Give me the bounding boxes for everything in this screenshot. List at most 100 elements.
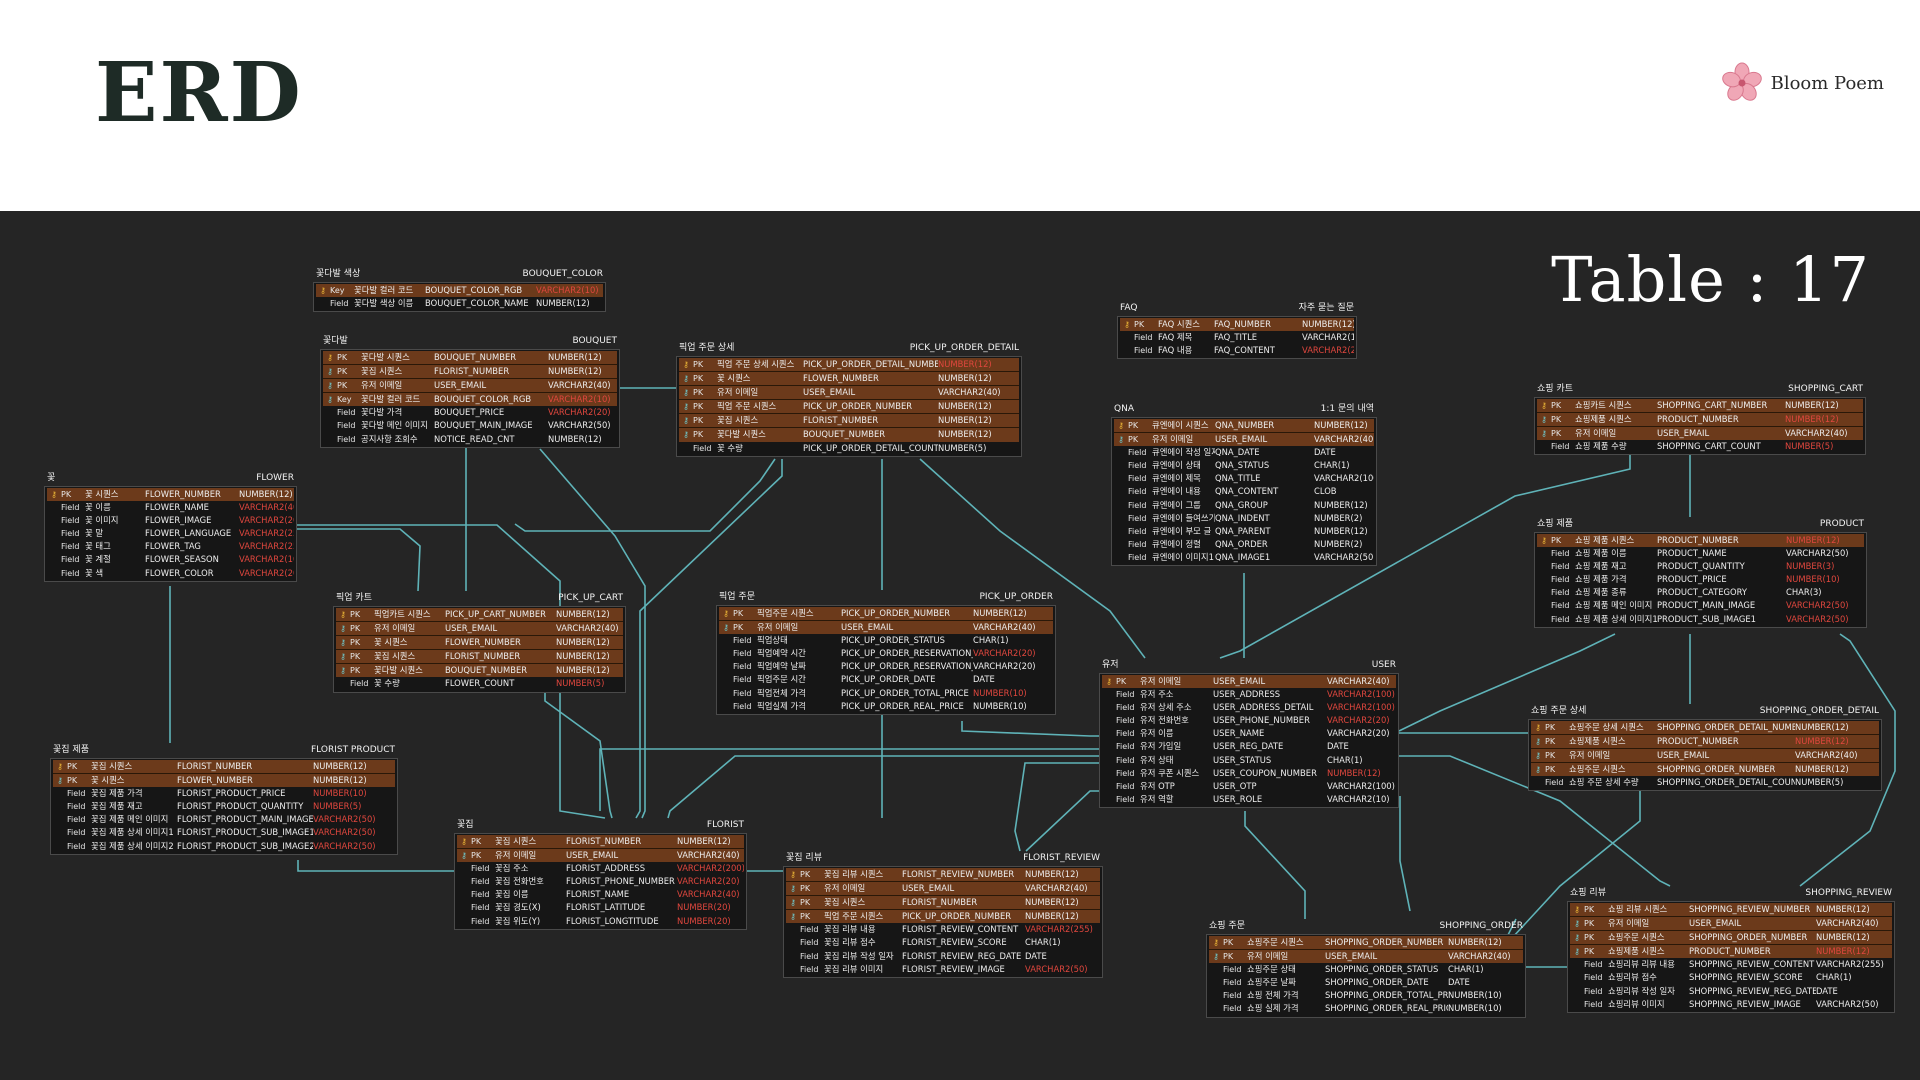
table-row[interactable]: ⚷ PK 꽃집 시퀀스 FLORIST_NUMBER NUMBER(12)	[53, 760, 395, 774]
table-row[interactable]: Field 꽃집 이름 FLORIST_NAME VARCHAR2(40)	[457, 888, 744, 901]
table-row[interactable]: ⚷ PK 꽃집 시퀀스 FLORIST_NUMBER NUMBER(12)	[679, 413, 1019, 428]
table-row[interactable]: Field 꽃집 경도(X) FLORIST_LATITUDE NUMBER(20)	[457, 901, 744, 914]
table-row[interactable]: ⚷ PK 큐엔에이 시퀀스 QNA_NUMBER NUMBER(12)	[1114, 419, 1374, 433]
table-florist-product[interactable]: 꽃집 제품 FLORIST PRODUCT ⚷ PK 꽃집 시퀀스 FLORIST_NUM…	[50, 743, 398, 855]
table-row[interactable]: ⚷ PK 유저 이메일 USER_EMAIL VARCHAR2(40)	[679, 385, 1019, 400]
table-row[interactable]: ⚷ Key 꽃다발 컬러 코드 BOUQUET_COLOR_RGB VARCHAR2(1…	[316, 284, 603, 298]
table-row[interactable]: ⚷ PK 유저 이메일 USER_EMAIL VARCHAR2(40)	[1102, 675, 1396, 689]
table-row[interactable]: ⚷ PK 꽃다발 시퀀스 BOUQUET_NUMBER NUMBER(12)	[679, 427, 1019, 442]
table-row[interactable]: Field 꽃 말 FLOWER_LANGUAGE VARCHAR2(255)	[47, 527, 294, 540]
table-bouquet-color[interactable]: 꽃다발 색상 BOUQUET_COLOR ⚷ Key 꽃다발 컬러 코드 BOUQUET_…	[313, 267, 606, 313]
table-row[interactable]: Field 큐엔에이 정렬 QNA_ORDER NUMBER(2)	[1114, 538, 1374, 551]
table-row[interactable]: Field 꽃다발 메인 이미지 BOUQUET_MAIN_IMAGE VARCHAR…	[323, 419, 617, 432]
table-row[interactable]: Field 꽃 계절 FLOWER_SEASON VARCHAR2(10)	[47, 553, 294, 566]
table-row[interactable]: ⚷ PK 유저 이메일 USER_EMAIL VARCHAR2(40)	[1531, 748, 1879, 763]
table-row[interactable]: Field 꽃집 제품 가격 FLORIST_PRODUCT_PRICE NUMBER…	[53, 787, 395, 800]
table-row[interactable]: ⚷ PK 꽃 시퀀스 FLOWER_NUMBER NUMBER(12)	[336, 635, 623, 650]
table-row[interactable]: Field 꽃 수량 FLOWER_COUNT NUMBER(5)	[336, 677, 623, 690]
table-row[interactable]: Field 쇼핑 제품 종류 PRODUCT_CATEGORY CHAR(3)	[1537, 586, 1864, 599]
table-row[interactable]: Field 쇼핑 제품 이름 PRODUCT_NAME VARCHAR2(50)	[1537, 547, 1864, 560]
table-row[interactable]: ⚷ PK 픽업 주문 상세 시퀀스 PICK_UP_ORDER_DETAIL_NUMB…	[679, 358, 1019, 372]
table-row[interactable]: Field 큐엔에이 상태 QNA_STATUS CHAR(1)	[1114, 459, 1374, 472]
table-row[interactable]: Field FAQ 제목 FAQ_TITLE VARCHAR2(100)	[1120, 331, 1354, 344]
table-shopping-review[interactable]: 쇼핑 리뷰 SHOPPING_REVIEW ⚷ PK 쇼핑 리뷰 시퀀스 SHOPPING…	[1567, 886, 1895, 1013]
table-row[interactable]: Field 큐엔에이 들여쓰기 QNA_INDENT NUMBER(2)	[1114, 512, 1374, 525]
table-row[interactable]: ⚷ PK 꽃집 시퀀스 FLORIST_NUMBER NUMBER(12)	[323, 364, 617, 379]
table-pick-up-order-detail[interactable]: 픽업 주문 상세 PICK_UP_ORDER_DETAIL ⚷ PK 픽업 주문 상세 …	[676, 341, 1022, 457]
table-row[interactable]: Field 유저 쿠폰 시퀀스 USER_COUPON_NUMBER NUMBER(1…	[1102, 767, 1396, 780]
table-row[interactable]: ⚷ PK 쇼핑제품 시퀀스 PRODUCT_NUMBER NUMBER(12)	[1531, 734, 1879, 749]
table-user[interactable]: 유저 USER ⚷ PK 유저 이메일 USER_EMAIL VARCHAR2(40) Fie…	[1099, 658, 1399, 808]
table-row[interactable]: Field 꽃집 리뷰 작성 일자 FLORIST_REVIEW_REG_DATE D…	[786, 950, 1100, 963]
table-row[interactable]: Field 꽃 태그 FLOWER_TAG VARCHAR2(255)	[47, 540, 294, 553]
table-florist[interactable]: 꽃집 FLORIST ⚷ PK 꽃집 시퀀스 FLORIST_NUMBER NUMBER(1…	[454, 818, 747, 930]
table-row[interactable]: Field 큐엔에이 제목 QNA_TITLE VARCHAR2(100)	[1114, 472, 1374, 485]
table-row[interactable]: Field 유저 상세 주소 USER_ADDRESS_DETAIL VARCHAR2…	[1102, 701, 1396, 714]
table-product[interactable]: 쇼핑 제품 PRODUCT ⚷ PK 쇼핑 제품 시퀀스 PRODUCT_NUMBER NU…	[1534, 517, 1867, 628]
table-row[interactable]: Field 꽃 수량 PICK_UP_ORDER_DETAIL_COUNT NUMBE…	[679, 442, 1019, 455]
table-row[interactable]: Field 꽃 이름 FLOWER_NAME VARCHAR2(40)	[47, 501, 294, 514]
table-row[interactable]: Field 쇼핑 제품 재고 PRODUCT_QUANTITY NUMBER(3)	[1537, 560, 1864, 573]
table-row[interactable]: ⚷ PK 쇼핑카트 시퀀스 SHOPPING_CART_NUMBER NUMBER(12…	[1537, 399, 1863, 413]
table-row[interactable]: Field 공지사항 조회수 NOTICE_READ_CNT NUMBER(12)	[323, 433, 617, 446]
table-row[interactable]: Field 꽃집 제품 메인 이미지 FLORIST_PRODUCT_MAIN_IM…	[53, 813, 395, 826]
table-row[interactable]: ⚷ PK 꽃 시퀀스 FLOWER_NUMBER NUMBER(12)	[47, 488, 294, 502]
table-row[interactable]: Field 꽃집 리뷰 내용 FLORIST_REVIEW_CONTENT VARCH…	[786, 923, 1100, 936]
table-shopping-order[interactable]: 쇼핑 주문 SHOPPING_ORDER ⚷ PK 쇼핑주문 시퀀스 SHOPPING_O…	[1206, 919, 1526, 1018]
table-row[interactable]: Field FAQ 내용 FAQ_CONTENT VARCHAR2(255)	[1120, 344, 1354, 357]
table-row[interactable]: ⚷ PK 꽃 시퀀스 FLOWER_NUMBER NUMBER(12)	[679, 371, 1019, 386]
table-row[interactable]: ⚷ PK 유저 이메일 USER_EMAIL VARCHAR2(40)	[457, 848, 744, 863]
table-row[interactable]: ⚷ PK FAQ 시퀀스 FAQ_NUMBER NUMBER(12)	[1120, 318, 1354, 332]
table-row[interactable]: Field 픽업전체 가격 PICK_UP_ORDER_TOTAL_PRICE NUM…	[719, 687, 1053, 700]
table-row[interactable]: Field 꽃다발 가격 BOUQUET_PRICE VARCHAR2(20)	[323, 406, 617, 419]
table-row[interactable]: ⚷ PK 꽃집 시퀀스 FLORIST_NUMBER NUMBER(12)	[336, 649, 623, 664]
table-row[interactable]: ⚷ PK 픽업카트 시퀀스 PICK_UP_CART_NUMBER NUMBER(12)	[336, 608, 623, 622]
table-florist-review[interactable]: 꽃집 리뷰 FLORIST_REVIEW ⚷ PK 꽃집 리뷰 시퀀스 FLORIST_R…	[783, 851, 1103, 978]
table-row[interactable]: ⚷ Key 꽃다발 컬러 코드 BOUQUET_COLOR_RGB VARCHAR2(1…	[323, 392, 617, 407]
table-row[interactable]: Field 쇼핑 전체 가격 SHOPPING_ORDER_TOTAL_PRICEN…	[1209, 989, 1523, 1002]
table-row[interactable]: ⚷ PK 픽업 주문 시퀀스 PICK_UP_ORDER_NUMBER NUMBER(1…	[786, 909, 1100, 924]
table-row[interactable]: Field 큐엔에이 이미지1 QNA_IMAGE1 VARCHAR2(50)	[1114, 551, 1374, 564]
table-row[interactable]: ⚷ PK 유저 이메일 USER_EMAIL VARCHAR2(40)	[786, 881, 1100, 896]
table-row[interactable]: Field 쇼핑 제품 상세 이미지1 PRODUCT_SUB_IMAGE1 VARC…	[1537, 613, 1864, 626]
table-row[interactable]: Field 꽃집 위도(Y) FLORIST_LONGTITUDE NUMBER(20…	[457, 915, 744, 928]
table-row[interactable]: Field 픽업실제 가격 PICK_UP_ORDER_REAL_PRICE NUMB…	[719, 700, 1053, 713]
table-row[interactable]: Field 픽업예약 시간 PICK_UP_ORDER_RESERVATION_TI…	[719, 647, 1053, 660]
table-row[interactable]: ⚷ PK 꽃집 시퀀스 FLORIST_NUMBER NUMBER(12)	[786, 895, 1100, 910]
table-row[interactable]: Field 꽃집 리뷰 점수 FLORIST_REVIEW_SCORE CHAR(1)	[786, 936, 1100, 949]
table-row[interactable]: Field 픽업상태 PICK_UP_ORDER_STATUS CHAR(1)	[719, 634, 1053, 647]
table-row[interactable]: Field 쇼핑 주문 상세 수량 SHOPPING_ORDER_DETAIL_CO…	[1531, 776, 1879, 789]
table-row[interactable]: ⚷ PK 꽃 시퀀스 FLOWER_NUMBER NUMBER(12)	[53, 773, 395, 788]
table-row[interactable]: ⚷ PK 유저 이메일 USER_EMAIL VARCHAR2(40)	[1114, 432, 1374, 447]
table-row[interactable]: Field 쇼핑리뷰 작성 일자 SHOPPING_REVIEW_REG_DATE D…	[1570, 985, 1892, 998]
table-row[interactable]: Field 픽업예약 날짜 PICK_UP_ORDER_RESERVATION_DA…	[719, 660, 1053, 673]
table-bouquet[interactable]: 꽃다발 BOUQUET ⚷ PK 꽃다발 시퀀스 BOUQUET_NUMBER NUMBER…	[320, 334, 620, 448]
table-row[interactable]: Field 꽃 색 FLOWER_COLOR VARCHAR2(20)	[47, 567, 294, 580]
table-row[interactable]: Field 쇼핑리뷰 리뷰 내용 SHOPPING_REVIEW_CONTENT VA…	[1570, 958, 1892, 971]
table-flower[interactable]: 꽃 FLOWER ⚷ PK 꽃 시퀀스 FLOWER_NUMBER NUMBER(12) Fi…	[44, 471, 297, 582]
table-row[interactable]: ⚷ PK 픽업주문 시퀀스 PICK_UP_ORDER_NUMBER NUMBER(12…	[719, 607, 1053, 621]
table-row[interactable]: ⚷ PK 꽃집 시퀀스 FLORIST_NUMBER NUMBER(12)	[457, 835, 744, 849]
table-row[interactable]: Field 픽업주문 시간 PICK_UP_ORDER_DATE DATE	[719, 673, 1053, 686]
table-row[interactable]: ⚷ PK 쇼핑제품 시퀀스 PRODUCT_NUMBER NUMBER(12)	[1537, 412, 1863, 427]
table-row[interactable]: Field 쇼핑리뷰 점수 SHOPPING_REVIEW_SCORE CHAR(1)	[1570, 971, 1892, 984]
table-row[interactable]: ⚷ PK 유저 이메일 USER_EMAIL VARCHAR2(40)	[719, 620, 1053, 635]
table-row[interactable]: ⚷ PK 유저 이메일 USER_EMAIL VARCHAR2(40)	[1537, 426, 1863, 441]
table-row[interactable]: ⚷ PK 꽃집 리뷰 시퀀스 FLORIST_REVIEW_NUMBER NUMBER(…	[786, 868, 1100, 882]
table-row[interactable]: Field 쇼핑 제품 가격 PRODUCT_PRICE NUMBER(10)	[1537, 573, 1864, 586]
table-row[interactable]: ⚷ PK 쇼핑 제품 시퀀스 PRODUCT_NUMBER NUMBER(12)	[1537, 534, 1864, 548]
table-row[interactable]: Field 유저 OTP USER_OTP VARCHAR2(100)	[1102, 780, 1396, 793]
table-row[interactable]: Field 꽃집 제품 상세 이미지2 FLORIST_PRODUCT_SUB_IM…	[53, 840, 395, 853]
table-row[interactable]: Field 유저 가입일 USER_REG_DATE DATE	[1102, 740, 1396, 753]
table-row[interactable]: Field 유저 전화번호 USER_PHONE_NUMBER VARCHAR2(20…	[1102, 714, 1396, 727]
table-row[interactable]: Field 유저 주소 USER_ADDRESS VARCHAR2(100)	[1102, 688, 1396, 701]
table-row[interactable]: Field 쇼핑 제품 수량 SHOPPING_CART_COUNT NUMBER(5…	[1537, 440, 1863, 453]
table-row[interactable]: Field 꽃다발 색상 이름 BOUQUET_COLOR_NAME NUMBER(1…	[316, 297, 603, 310]
table-row[interactable]: ⚷ PK 꽃다발 시퀀스 BOUQUET_NUMBER NUMBER(12)	[323, 351, 617, 365]
table-row[interactable]: ⚷ PK 유저 이메일 USER_EMAIL VARCHAR2(40)	[1570, 916, 1892, 931]
table-row[interactable]: ⚷ PK 유저 이메일 USER_EMAIL VARCHAR2(40)	[1209, 949, 1523, 964]
table-row[interactable]: Field 꽃집 주소 FLORIST_ADDRESS VARCHAR2(200)	[457, 862, 744, 875]
table-row[interactable]: Field 꽃집 리뷰 이미지 FLORIST_REVIEW_IMAGE VARCHA…	[786, 963, 1100, 976]
table-qna[interactable]: QNA 1:1 문의 내역 ⚷ PK 큐엔에이 시퀀스 QNA_NUMBER NUMBER(…	[1111, 402, 1377, 567]
table-row[interactable]: ⚷ PK 쇼핑주문 상세 시퀀스 SHOPPING_ORDER_DETAIL_NUMB…	[1531, 721, 1879, 735]
